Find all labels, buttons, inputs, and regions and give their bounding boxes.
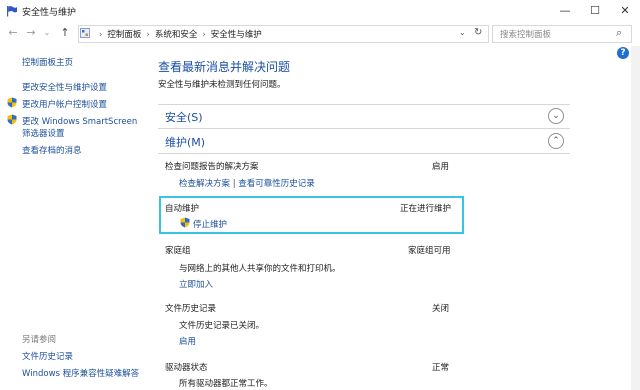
page-subtitle: 安全性与维护未检测到任何问题。 [158, 80, 286, 90]
scrollbar[interactable] [631, 46, 640, 390]
drive-status-status: 正常 [432, 363, 450, 373]
flag-icon [7, 6, 17, 17]
divider [158, 104, 570, 105]
refresh-icon[interactable]: ↻ [474, 27, 482, 38]
see-also-compat-troubleshooter[interactable]: Windows 程序兼容性疑难解答 [22, 367, 139, 379]
homegroup-label: 家庭组 [165, 246, 191, 256]
chevron-down-icon[interactable]: ⌄ [548, 108, 564, 124]
homegroup-status: 家庭组可用 [408, 246, 451, 256]
page-title: 查看最新消息并解决问题 [158, 60, 291, 74]
problem-reports-links: 检查解决方案 | 查看可靠性历史记录 [179, 177, 315, 189]
file-history-label: 文件历史记录 [165, 304, 217, 314]
link-separator: | [232, 179, 236, 189]
back-button[interactable]: ← [6, 26, 20, 40]
breadcrumb-separator: › [99, 30, 103, 40]
minimize-button[interactable]: — [550, 0, 580, 22]
divider [158, 153, 570, 154]
join-now-link[interactable]: 立即加入 [179, 278, 213, 290]
search-icon[interactable]: ⌕ [616, 26, 622, 40]
breadcrumb-separator: › [202, 30, 206, 40]
breadcrumb-control-panel[interactable]: 控制面板 [107, 30, 141, 40]
sidebar-item-uac-settings[interactable]: 更改用户帐户控制设置 [22, 98, 107, 110]
check-solutions-link[interactable]: 检查解决方案 [179, 179, 230, 189]
file-history-description: 文件历史记录已关闭。 [179, 321, 265, 331]
title-bar [0, 0, 640, 23]
security-section-header[interactable]: 安全(S) [165, 109, 203, 125]
sidebar-item-archived-messages[interactable]: 查看存档的消息 [22, 144, 82, 156]
problem-reports-status: 启用 [432, 162, 450, 172]
window-title: 安全性与维护 [22, 8, 77, 18]
auto-maintenance-label: 自动维护 [165, 204, 200, 214]
sidebar-item-smartscreen[interactable]: 更改 Windows SmartScreen [22, 115, 137, 127]
maximize-button[interactable]: ☐ [580, 0, 610, 22]
uac-shield-icon [180, 217, 190, 228]
breadcrumb: › 控制面板 › 系统和安全 › 安全性与维护 [94, 28, 262, 40]
uac-shield-icon [7, 114, 17, 125]
chevron-up-icon[interactable]: ⌃ [548, 133, 564, 149]
drive-status-label: 驱动器状态 [165, 363, 208, 373]
close-button[interactable]: ✕ [610, 0, 640, 22]
drive-status-description: 所有驱动器都正常工作。 [179, 379, 273, 389]
enable-file-history-link[interactable]: 启用 [179, 335, 196, 347]
forward-button[interactable]: → [24, 26, 38, 40]
breadcrumb-separator: › [146, 30, 150, 40]
uac-shield-icon [7, 97, 17, 108]
reliability-history-link[interactable]: 查看可靠性历史记录 [238, 179, 315, 189]
breadcrumb-system-security[interactable]: 系统和安全 [155, 30, 198, 40]
problem-reports-label: 检查问题报告的解决方案 [165, 162, 259, 172]
stop-maintenance-link[interactable]: 停止维护 [193, 218, 227, 230]
see-also-heading: 另请参阅 [22, 335, 57, 345]
sidebar-item-smartscreen-cont[interactable]: 筛选器设置 [22, 127, 65, 139]
maintenance-section-header[interactable]: 维护(M) [165, 134, 205, 150]
auto-maintenance-status: 正在进行维护 [400, 204, 452, 214]
breadcrumb-security-maintenance[interactable]: 安全性与维护 [211, 30, 262, 40]
up-button[interactable]: ↑ [58, 26, 72, 40]
see-also-file-history[interactable]: 文件历史记录 [22, 350, 73, 362]
search-placeholder: 搜索控制面板 [500, 30, 552, 40]
sidebar-item-home[interactable]: 控制面板主页 [22, 56, 73, 68]
sidebar-item-change-security-settings[interactable]: 更改安全性与维护设置 [22, 81, 107, 93]
address-dropdown-icon[interactable]: ⌄ [459, 28, 466, 37]
homegroup-description: 与网络上的其他人共享你的文件和打印机。 [179, 264, 341, 274]
file-history-status: 关闭 [432, 304, 450, 314]
control-panel-icon [80, 28, 90, 38]
divider [158, 128, 570, 129]
recent-dropdown-icon[interactable]: ⌄ [40, 26, 54, 40]
help-icon[interactable]: ? [617, 47, 629, 59]
